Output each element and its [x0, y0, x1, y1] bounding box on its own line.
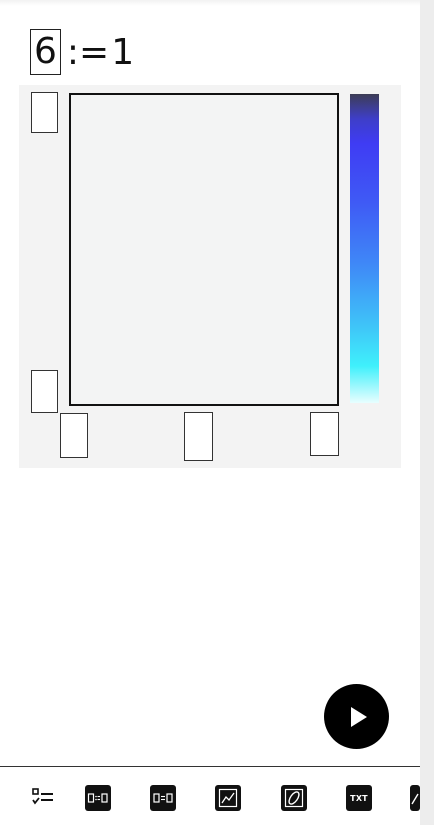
- x-min-placeholder[interactable]: [60, 413, 88, 458]
- more-tools-button[interactable]: [410, 785, 420, 811]
- variable-name[interactable]: 6: [30, 29, 61, 75]
- evaluate-icon: [153, 793, 173, 803]
- scroll-edge: [420, 0, 434, 825]
- plot-icon: [218, 788, 238, 808]
- insert-parametric-button[interactable]: [281, 785, 307, 811]
- insert-list-button[interactable]: [30, 785, 56, 811]
- x-max-placeholder[interactable]: [310, 412, 339, 456]
- parametric-icon: [284, 788, 304, 808]
- y-min-placeholder[interactable]: [31, 370, 58, 413]
- text-icon: TXT: [350, 793, 368, 803]
- assign-operator: :=: [66, 31, 110, 73]
- x-label-placeholder[interactable]: [184, 412, 213, 461]
- top-edge: [0, 0, 420, 6]
- colorbar: [350, 94, 379, 403]
- play-icon: [350, 706, 367, 727]
- y-max-placeholder[interactable]: [31, 92, 58, 133]
- plot-area[interactable]: [69, 93, 339, 406]
- more-icon: [411, 793, 419, 805]
- definition-row[interactable]: 6 := 1: [30, 28, 134, 76]
- toolbar: TXT: [0, 766, 420, 826]
- insert-plot-button[interactable]: [215, 785, 241, 811]
- insert-definition-button[interactable]: [85, 785, 111, 811]
- run-button[interactable]: [324, 684, 389, 749]
- plot-region[interactable]: [19, 85, 401, 468]
- insert-text-button[interactable]: TXT: [346, 785, 372, 811]
- list-icon: [32, 788, 53, 805]
- definition-value[interactable]: 1: [111, 32, 134, 73]
- insert-evaluation-button[interactable]: [150, 785, 176, 811]
- define-icon: [87, 793, 108, 803]
